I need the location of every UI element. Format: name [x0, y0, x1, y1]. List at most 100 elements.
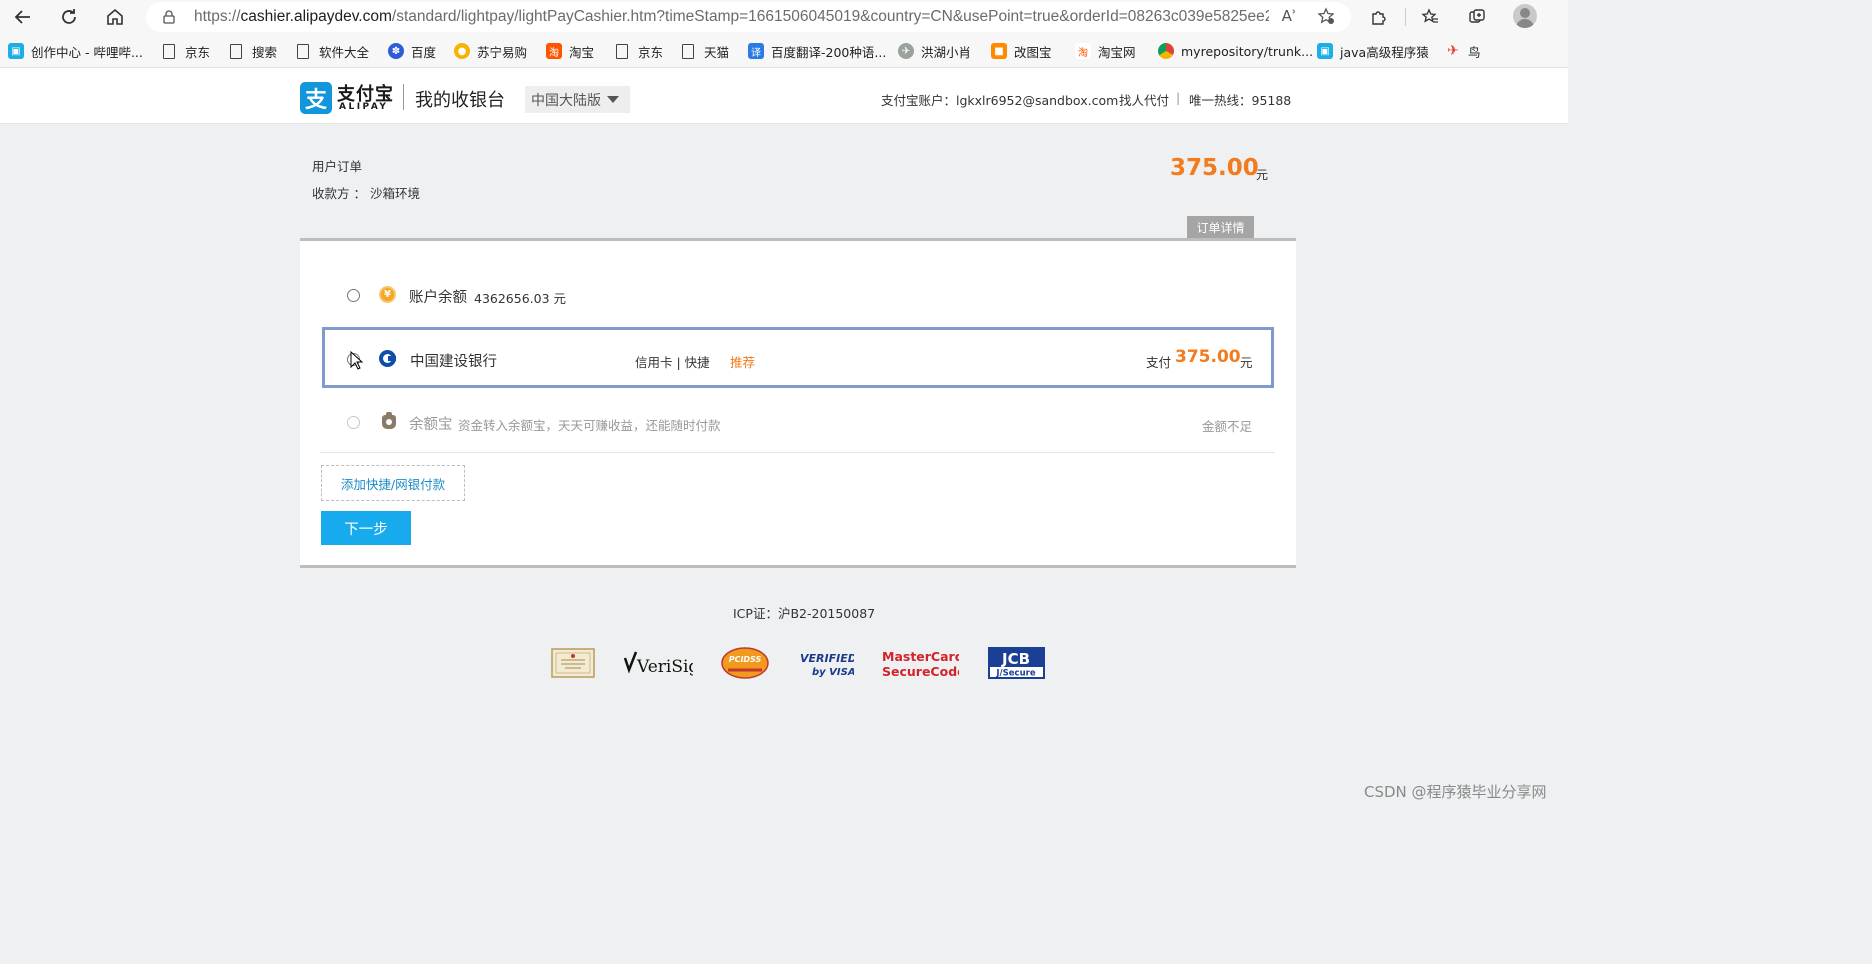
order-amount: 375.00: [1170, 155, 1259, 181]
caret-down-icon: [607, 96, 619, 103]
balance-label: 账户余额: [409, 290, 467, 306]
order-detail-tab[interactable]: 订单详情: [1187, 216, 1254, 238]
balance-value: 4362656.03 元: [474, 291, 567, 306]
favorite-add-icon[interactable]: [1316, 6, 1336, 26]
bookmark-item[interactable]: ▣ 创作中心 - 哔哩哔...: [8, 42, 143, 60]
pcidss-text: PCIDSS: [729, 655, 762, 664]
collections-icon[interactable]: [1465, 5, 1489, 29]
profile-avatar[interactable]: [1513, 4, 1537, 28]
mouse-cursor-icon: [350, 351, 364, 370]
bookmark-label: 京东: [185, 44, 211, 60]
order-label: 用户订单: [312, 159, 363, 174]
browser-toolbar: https://cashier.alipaydev.com/standard/l…: [0, 0, 1568, 34]
pay-label: 支付: [1146, 355, 1172, 370]
card-type: 信用卡 | 快捷: [635, 355, 710, 370]
favorites-icon[interactable]: [1418, 5, 1442, 29]
bookmark-label: 鸟: [1468, 44, 1481, 60]
mastercard-text-1: MasterCard.: [882, 649, 959, 664]
gaitubao-icon: ■: [991, 43, 1007, 59]
baidu-icon: ✽: [388, 43, 404, 59]
page-icon: [297, 43, 309, 59]
bookmark-label: 天猫: [704, 44, 730, 60]
payment-panel: ¥ 账户余额 4362656.03 元 中国建设银行 信用卡 | 快捷 推荐 支…: [300, 238, 1296, 568]
bookmark-item[interactable]: 京东: [616, 42, 663, 60]
bookmark-label: 洪湖小肖: [921, 44, 972, 60]
bookmark-item[interactable]: 京东: [163, 42, 210, 60]
money-bag-icon: [382, 412, 396, 429]
fanyi-icon: 译: [748, 43, 764, 59]
chrome-icon: [1158, 43, 1174, 59]
verisign-badge[interactable]: VeriSign: [623, 647, 693, 679]
bookmark-label: 搜索: [252, 44, 278, 60]
bookmark-label: myrepository/trunk...: [1181, 43, 1314, 59]
page-icon: [163, 43, 175, 59]
amount-unit: 元: [1256, 168, 1269, 182]
bookmark-label: 京东: [638, 44, 664, 60]
page-title: 我的收银台: [415, 90, 505, 111]
bookmark-label: java高级程序猿: [1340, 44, 1429, 60]
yen-coin-icon: ¥: [379, 286, 396, 303]
alipay-logo-icon[interactable]: 支: [300, 82, 332, 114]
bookmark-label: 百度翻译-200种语...: [771, 44, 887, 60]
yuebao-radio[interactable]: [347, 416, 360, 429]
page-icon: [682, 43, 694, 59]
divider: [320, 452, 1275, 453]
refresh-icon[interactable]: [56, 4, 82, 30]
add-bank-button[interactable]: 添加快捷/网银付款: [321, 465, 465, 501]
bookmark-item[interactable]: myrepository/trunk...: [1158, 42, 1313, 60]
certificate-badge-icon[interactable]: [551, 647, 595, 679]
bookmark-item[interactable]: ▣ java高级程序猿: [1317, 42, 1429, 60]
bookmarks-bar: ▣ 创作中心 - 哔哩哔... 京东 搜索 软件大全 ✽ 百度 ● 苏宁易购 淘淘宝 …: [0, 34, 1568, 68]
bookmark-item[interactable]: 淘淘宝网: [1075, 42, 1136, 60]
header-separator: |: [1176, 90, 1181, 105]
back-icon[interactable]: [10, 4, 36, 30]
insufficient-status: 金额不足: [1202, 419, 1253, 434]
pay-unit: 元: [1240, 355, 1253, 370]
extensions-icon[interactable]: [1367, 5, 1391, 29]
bookmark-label: 百度: [411, 44, 437, 60]
next-button[interactable]: 下一步: [321, 511, 411, 545]
bookmark-item[interactable]: ✽ 百度: [388, 42, 436, 60]
bookmark-label: 苏宁易购: [477, 44, 528, 60]
bookmark-item[interactable]: ■ 改图宝: [991, 42, 1052, 60]
page-icon: [230, 43, 242, 59]
bird-icon: ✈: [898, 43, 914, 59]
csdn-watermark: CSDN @程序猿毕业分享网: [1364, 783, 1547, 801]
verified-by-visa-badge[interactable]: VERIFIED by VISA: [800, 647, 854, 679]
bird-red-icon: ✈: [1447, 43, 1459, 59]
url-text[interactable]: https://cashier.alipaydev.com/standard/l…: [194, 8, 1269, 26]
icp-license: ICP证：沪B2-20150087: [733, 606, 876, 621]
address-bar[interactable]: https://cashier.alipaydev.com/standard/l…: [146, 2, 1351, 32]
account-info: 支付宝账户：lgkxlr6952@sandbox.com: [881, 93, 1119, 108]
balance-radio[interactable]: [347, 289, 360, 302]
yuebao-name: 余额宝: [409, 417, 453, 433]
suning-icon: ●: [454, 43, 470, 59]
visa-text-1: VERIFIED: [800, 652, 854, 665]
logo-divider: [403, 84, 404, 110]
bookmark-item[interactable]: 软件大全: [297, 42, 369, 60]
read-aloud-icon[interactable]: Aʾ: [1279, 6, 1299, 26]
bookmark-label: 创作中心 - 哔哩哔...: [31, 44, 143, 60]
bookmark-item[interactable]: 淘淘宝: [546, 42, 594, 60]
jsecure-text: J/Secure: [995, 669, 1035, 679]
bookmark-item[interactable]: ✈ 鸟: [1445, 42, 1481, 60]
site-header: 支 支付宝 ALIPAY 我的收银台 中国大陆版 支付宝账户：lgkxlr695…: [0, 68, 1568, 124]
toolbar-divider: [1405, 8, 1406, 26]
jcb-jsecure-badge[interactable]: JCB J/Secure: [988, 647, 1045, 679]
bookmark-item[interactable]: 天猫: [682, 42, 729, 60]
mastercard-securecode-badge[interactable]: MasterCard.SecureCode.: [881, 647, 959, 679]
recommend-tag: 推荐: [730, 355, 756, 370]
find-payer-link[interactable]: 找人代付: [1119, 90, 1169, 109]
home-icon[interactable]: [102, 4, 128, 30]
pcidss-badge[interactable]: PCIDSS: [720, 647, 770, 679]
bookmark-item[interactable]: ● 苏宁易购: [454, 42, 527, 60]
taobao-icon: 淘: [1075, 43, 1091, 59]
bookmark-item[interactable]: 搜索: [230, 42, 277, 60]
region-label: 中国大陆版: [531, 92, 601, 109]
bookmark-item[interactable]: 译百度翻译-200种语...: [748, 42, 886, 60]
bookmark-item[interactable]: ✈ 洪湖小肖: [898, 42, 971, 60]
ccb-bank-icon: [379, 350, 396, 367]
region-select[interactable]: 中国大陆版: [525, 86, 630, 113]
payee: 收款方 ： 沙箱环境: [312, 186, 420, 201]
lock-icon[interactable]: [162, 10, 176, 24]
